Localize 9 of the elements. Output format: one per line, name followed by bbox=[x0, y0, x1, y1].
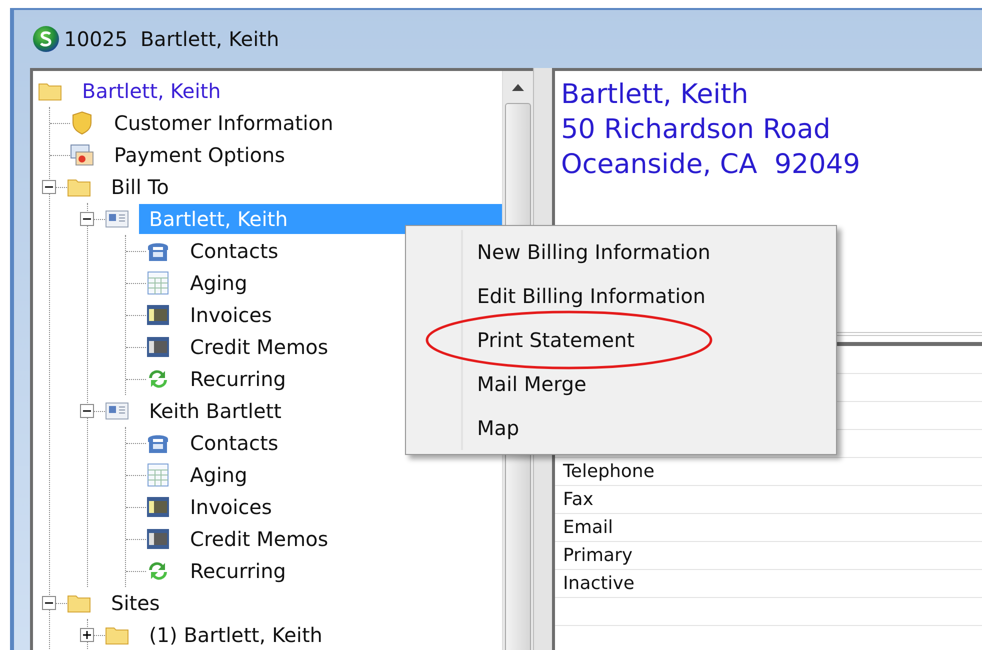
field-label: Inactive bbox=[563, 573, 634, 594]
address-line: Bartlett, Keith bbox=[561, 78, 748, 112]
field-label: Email bbox=[563, 517, 613, 538]
field-label: Primary bbox=[563, 545, 633, 566]
window-title: 10025 Bartlett, Keith bbox=[64, 27, 280, 51]
address-line: 50 Richardson Road bbox=[561, 113, 830, 147]
address-line: Oceanside, CA 92049 bbox=[561, 148, 860, 182]
field-label: Fax bbox=[563, 489, 594, 510]
field-label: Telephone bbox=[563, 461, 654, 482]
